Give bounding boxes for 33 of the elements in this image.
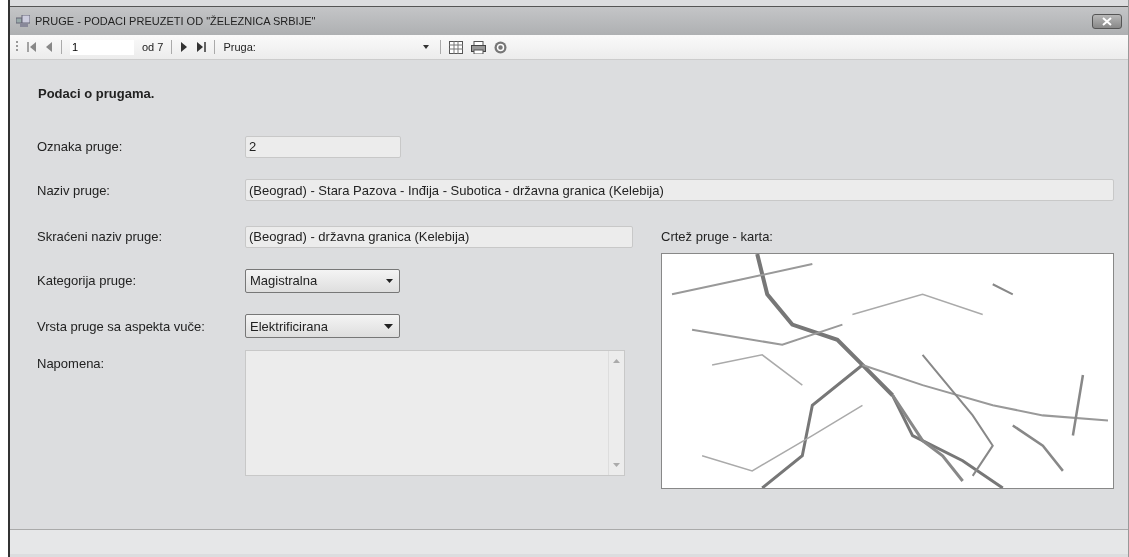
section-heading: Podaci o prugama. [37,86,156,101]
short-name-field[interactable]: (Beograd) - državna granica (Kelebija) [245,225,633,248]
next-record-icon[interactable] [180,42,189,52]
scroll-down-icon[interactable] [613,463,620,467]
caret-icon [422,45,429,49]
first-record-icon[interactable] [27,42,37,52]
record-count: od 7 [142,41,164,53]
window-icon [16,15,30,27]
field-label: Skraćeni naziv pruge: [36,229,163,244]
field-label: Vrsta pruge sa aspekta vuče: [36,318,206,334]
name-field[interactable]: (Beograd) - Stara Pazova - Inđija - Subotica - državna granica (Kelebija) [245,179,1114,201]
scroll-up-icon[interactable] [613,359,620,363]
field-label: Kategorija pruge: [36,273,137,288]
help-icon[interactable] [493,40,507,54]
window-title: PRUGE - PODACI PREUZETI OD "ŽELEZNICA SRBIJE" [35,15,317,27]
map-label: Crtež pruge - karta: [661,229,774,244]
caret-icon [384,323,393,329]
caret-icon [386,278,393,283]
category-dropdown[interactable]: Magistralna [245,268,400,293]
position-field[interactable]: 1 [70,39,134,55]
close-icon [1102,16,1112,26]
grip-icon [16,40,19,54]
filter-label: Pruga: [223,41,256,53]
code-field[interactable]: 2 [245,135,401,158]
field-label: Oznaka pruge: [36,139,124,154]
grid-icon[interactable] [448,40,463,54]
field-label: Napomena: [36,355,106,371]
previous-record-icon[interactable] [45,42,53,52]
field-label: Naziv pruge: [36,182,111,198]
close-button[interactable] [1092,13,1122,29]
last-record-icon[interactable] [196,42,207,52]
traction-dropdown[interactable]: Elektrificirana [245,314,400,338]
print-icon[interactable] [470,40,486,54]
